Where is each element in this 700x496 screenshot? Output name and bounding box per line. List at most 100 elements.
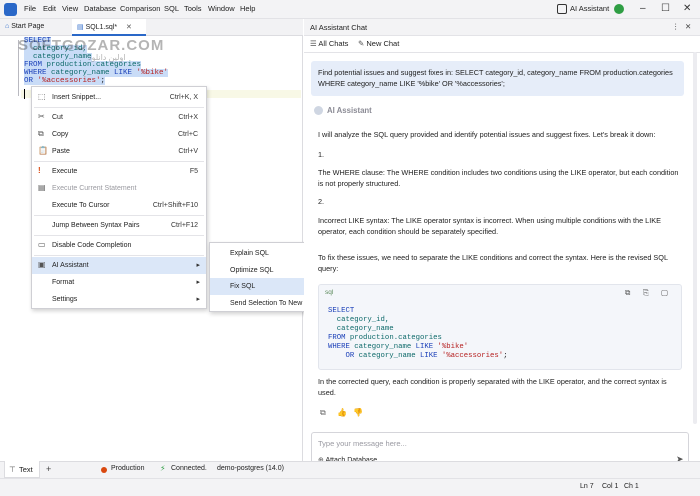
ai-assistant-icon[interactable]	[557, 4, 567, 14]
production-status-icon	[101, 467, 107, 473]
environment-label[interactable]: Production	[111, 465, 144, 472]
submenu-label: Explain SQL	[230, 250, 269, 257]
code-block-content: SELECT category_id, category_name FROM pr…	[328, 307, 508, 361]
context-menu-item-copy[interactable]: ⧉ Copy Ctrl+C	[32, 126, 206, 143]
sql-file-icon: ▤	[77, 24, 86, 31]
context-menu-label: Execute Current Statement	[52, 185, 137, 192]
char-number: Ch 1	[624, 483, 639, 490]
answer-code-token: OR	[328, 352, 359, 360]
menu-edit[interactable]: Edit	[43, 4, 56, 13]
context-menu-label: Disable Code Completion	[52, 242, 132, 249]
editor-token: '%bike'	[136, 69, 169, 77]
open-code-icon[interactable]: ▢	[661, 288, 668, 297]
ai-assistant-toggle-label[interactable]: AI Assistant	[570, 4, 609, 13]
answer-paragraph-5: Incorrect LIKE syntax: The LIKE operator…	[318, 216, 661, 236]
user-message: Find potential issues and suggest fixes …	[311, 61, 684, 96]
editor-token: WHERE	[24, 69, 52, 77]
database-label[interactable]: demo-postgres (14.0)	[217, 465, 284, 472]
answer-code-token: LIKE	[415, 343, 438, 351]
menu-sql[interactable]: SQL	[164, 4, 179, 13]
app-logo-icon	[4, 3, 17, 16]
context-menu-item-disable-code-completion[interactable]: ▭ Disable Code Completion	[32, 237, 206, 254]
context-menu-item-execute-current-statement[interactable]: ▤ Execute Current Statement	[32, 180, 206, 197]
context-menu-item-ai-assistant[interactable]: ▣ AI Assistant ▸	[32, 257, 206, 274]
insert-code-icon[interactable]: ⎘	[643, 288, 649, 298]
answer-code-token: LIKE	[419, 352, 442, 360]
context-menu-item-settings[interactable]: Settings ▸	[32, 291, 206, 308]
context-menu-label: Execute	[52, 168, 78, 175]
context-menu-label: Execute To Cursor	[52, 202, 110, 209]
editor-token: category_name	[24, 53, 92, 61]
editor-token: ;	[100, 77, 106, 85]
chat-scrollbar[interactable]	[693, 52, 697, 424]
ai-panel-header: AI Assistant Chat ⋮ ✕	[304, 19, 700, 36]
close-panel-icon[interactable]: ✕	[685, 22, 691, 31]
menu-tools[interactable]: Tools	[184, 4, 202, 13]
answer-paragraph-2: 1.	[318, 150, 325, 159]
maximize-icon[interactable]: ☐	[661, 3, 670, 14]
menu-view[interactable]: View	[62, 4, 78, 13]
answer-code-token: '%accessories'	[441, 352, 504, 360]
watermark-subtitle: اولین دانلود	[88, 53, 126, 62]
context-menu-item-execute-to-cursor[interactable]: Execute To Cursor Ctrl+Shift+F10	[32, 197, 206, 214]
copy-icon: ⧉	[38, 129, 44, 138]
menu-separator	[34, 255, 204, 256]
answer-code-token: WHERE	[328, 343, 355, 351]
panel-menu-icon[interactable]: ⋮	[672, 22, 680, 31]
context-menu-item-format[interactable]: Format ▸	[32, 274, 206, 291]
divider	[304, 52, 700, 53]
context-menu-label: AI Assistant	[52, 262, 89, 269]
code-completion-icon: ▭	[38, 240, 46, 249]
connected-icon: ⚡	[160, 464, 166, 473]
shortcut-label: Ctrl+X	[178, 114, 198, 121]
context-menu-item-execute[interactable]: ! Execute F5	[32, 163, 206, 180]
menu-window[interactable]: Window	[208, 4, 235, 13]
text-view-icon: ⊤	[9, 465, 16, 474]
thumbs-down-icon[interactable]: 👎	[353, 408, 363, 417]
context-menu-item-paste[interactable]: 📋 Paste Ctrl+V	[32, 143, 206, 160]
thumbs-up-icon[interactable]: 👍	[337, 408, 347, 417]
answer-paragraph-1: I will analyze the SQL query provided an…	[318, 130, 656, 139]
menu-comparison[interactable]: Comparison	[120, 4, 160, 13]
menu-file[interactable]: File	[24, 4, 36, 13]
text-view-tab[interactable]: ⊤ Text	[4, 461, 40, 478]
ai-panel-title: AI Assistant Chat	[310, 23, 368, 32]
shortcut-label: Ctrl+F12	[170, 222, 198, 229]
menu-database[interactable]: Database	[84, 4, 116, 13]
shortcut-label: Ctrl+C	[177, 131, 198, 138]
close-window-icon[interactable]: ✕	[683, 3, 691, 14]
code-language-label: sql	[325, 289, 334, 296]
context-menu-item-jump-between-syntax-pairs[interactable]: Jump Between Syntax Pairs Ctrl+F12	[32, 217, 206, 234]
answer-code-token: '%bike'	[437, 343, 469, 351]
menu-separator	[34, 161, 204, 162]
copy-code-icon[interactable]: ⧉	[625, 288, 630, 298]
menu-separator	[34, 215, 204, 216]
minimize-icon[interactable]: –	[640, 3, 646, 14]
context-menu-label: Jump Between Syntax Pairs	[52, 222, 140, 229]
ai-assistant-toggle[interactable]	[614, 4, 624, 14]
new-chat-button[interactable]: ✎ New Chat	[358, 39, 399, 48]
answer-code-line: category_id,	[328, 316, 508, 325]
all-chats-button[interactable]: ☰ All Chats	[310, 39, 348, 48]
tab-sql1[interactable]: ▤ SQL1.sql* ✕	[72, 19, 146, 36]
context-menu-item-cut[interactable]: ✂ Cut Ctrl+X	[32, 109, 206, 126]
close-tab-icon[interactable]: ✕	[126, 24, 132, 31]
snippet-icon: ⬚	[38, 92, 46, 101]
context-menu-label: Paste	[52, 148, 70, 155]
menu-help[interactable]: Help	[240, 4, 255, 13]
editor-line: OR '%accessories';	[24, 77, 106, 85]
context-menu-item-insert-snippet[interactable]: ⬚ Insert Snippet... Ctrl+K, X	[32, 89, 206, 106]
answer-code-token: production.categories	[349, 334, 442, 342]
execute-statement-icon: ▤	[38, 183, 46, 192]
editor-line: WHERE category_name LIKE '%bike'	[24, 69, 169, 77]
add-tab-icon[interactable]: +	[46, 464, 51, 474]
copy-answer-icon[interactable]: ⧉	[320, 408, 326, 418]
answer-paragraph-6: To fix these issues, we need to separate…	[318, 253, 668, 273]
paste-icon: 📋	[38, 146, 48, 155]
tab-start-page[interactable]: ⌂ Start Page	[0, 19, 72, 36]
message-input[interactable]: Type your message here...	[318, 439, 407, 448]
context-menu-label: Format	[52, 279, 75, 286]
connection-status[interactable]: Connected.	[171, 465, 207, 472]
answer-code-line: SELECT	[328, 307, 508, 316]
app-status-bar	[0, 478, 700, 496]
